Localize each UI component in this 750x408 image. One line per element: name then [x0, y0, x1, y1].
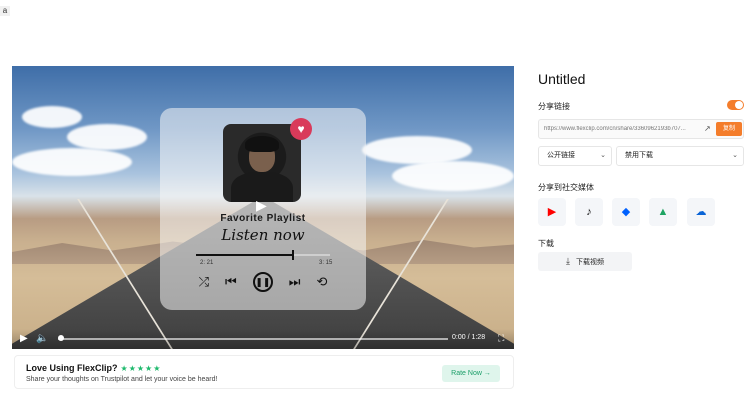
- song-time-total: 3: 15: [319, 260, 333, 266]
- share-link-label: 分享链接: [538, 102, 570, 111]
- download-icon: ⤓: [566, 256, 570, 266]
- social-share-label: 分享到社交媒体: [538, 183, 594, 192]
- dropbox-icon[interactable]: ◆: [612, 198, 640, 226]
- star-icon: ★★★★★: [120, 364, 162, 373]
- video-controls-bar: ▶ 🔈 0:00 / 1:28 ⛶: [12, 329, 514, 349]
- song-time-current: 2: 21: [200, 260, 214, 266]
- copy-button[interactable]: 复制: [716, 122, 742, 136]
- chevron-down-icon: ⌄: [600, 152, 606, 159]
- play-overlay-icon[interactable]: ▶: [256, 198, 270, 212]
- video-play-icon[interactable]: ▶: [20, 333, 28, 344]
- pause-icon[interactable]: ❚❚: [252, 272, 273, 292]
- onedrive-icon[interactable]: ☁: [687, 198, 715, 226]
- top-chip: a: [0, 6, 10, 16]
- song-progress-fill: [196, 254, 293, 256]
- player-controls: ⤮ ⏮ ❚❚ ⏭ ⟲: [160, 271, 366, 293]
- download-label: 下载: [538, 239, 554, 248]
- rate-description: Share your thoughts on Trustpilot and le…: [26, 376, 218, 383]
- video-seek-knob[interactable]: [58, 335, 64, 341]
- download-video-button[interactable]: ⤓ 下载视频: [538, 252, 632, 271]
- project-title: Untitled: [538, 71, 586, 87]
- download-permission-select[interactable]: 禁用下载 ⌄: [616, 146, 744, 166]
- heart-icon[interactable]: ♥: [290, 118, 312, 140]
- cloud: [22, 106, 82, 128]
- visibility-select-value: 公开链接: [547, 152, 575, 159]
- rate-banner: Love Using FlexClip? ★★★★★ Share your tho…: [14, 355, 514, 389]
- music-player-card: ♥ ▶ Favorite Playlist Listen now 2: 21 3…: [160, 108, 366, 310]
- youtube-icon[interactable]: ▶: [538, 198, 566, 226]
- download-video-label: 下载视频: [575, 259, 604, 266]
- fullscreen-icon[interactable]: ⛶: [498, 333, 504, 344]
- external-link-icon[interactable]: ↗: [704, 124, 711, 133]
- share-link-toggle[interactable]: [727, 100, 744, 110]
- tiktok-icon[interactable]: ♪: [575, 198, 603, 226]
- share-link-url[interactable]: https://www.flexclip.com/cn/share/336096…: [544, 126, 699, 132]
- previous-icon[interactable]: ⏮: [225, 271, 237, 293]
- toggle-knob: [735, 101, 743, 109]
- video-seek-bar[interactable]: [58, 338, 448, 340]
- shuffle-icon[interactable]: ⤮: [199, 271, 209, 293]
- rate-title-text: Love Using FlexClip?: [26, 363, 118, 373]
- chevron-down-icon: ⌄: [732, 152, 738, 159]
- video-preview[interactable]: ♥ ▶ Favorite Playlist Listen now 2: 21 3…: [12, 66, 514, 349]
- rate-title: Love Using FlexClip? ★★★★★: [26, 363, 161, 373]
- repeat-icon[interactable]: ⟲: [316, 271, 327, 293]
- visibility-select[interactable]: 公开链接 ⌄: [538, 146, 612, 166]
- next-icon[interactable]: ⏭: [289, 271, 301, 293]
- cloud: [67, 124, 147, 150]
- video-time: 0:00 / 1:28: [452, 334, 486, 341]
- rate-now-button[interactable]: Rate Now →: [442, 365, 500, 382]
- playlist-subtitle: Listen now: [221, 226, 305, 244]
- download-permission-value: 禁用下载: [625, 152, 653, 159]
- cloud: [392, 161, 514, 191]
- album-cover: [223, 124, 301, 202]
- google-drive-icon[interactable]: ▲: [649, 198, 677, 226]
- song-progress-bar[interactable]: [196, 250, 330, 260]
- volume-icon[interactable]: 🔈: [36, 333, 48, 344]
- playlist-title: Favorite Playlist: [220, 213, 306, 224]
- cloud: [362, 136, 472, 164]
- share-link-field[interactable]: https://www.flexclip.com/cn/share/336096…: [538, 119, 744, 139]
- song-progress-knob[interactable]: [292, 250, 295, 260]
- cloud: [12, 148, 132, 176]
